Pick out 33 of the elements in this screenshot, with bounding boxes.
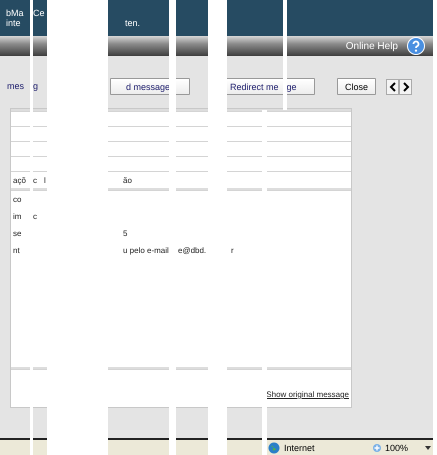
zoom-level[interactable]: 100% <box>384 442 408 452</box>
message-text: u pelo e-mail <box>123 246 169 255</box>
online-help-link[interactable]: Online Help <box>346 40 398 52</box>
button-label[interactable]: g <box>33 81 38 91</box>
header-text: ten. <box>125 18 140 28</box>
chevron-left-icon <box>388 81 398 93</box>
message-text: c <box>33 212 37 221</box>
message-text: im <box>13 212 22 221</box>
next-button[interactable] <box>399 79 412 95</box>
zone-label: Internet <box>284 442 315 452</box>
button-label[interactable]: mes <box>7 81 24 91</box>
show-original-link[interactable]: Show original message <box>266 390 349 399</box>
action-button[interactable]: d message <box>110 78 190 95</box>
message-text: co <box>13 195 22 204</box>
action-button[interactable]: Close <box>337 78 376 95</box>
previous-button[interactable] <box>386 79 399 95</box>
message-text: ão <box>123 176 132 185</box>
action-button[interactable]: Redirect me ge <box>224 78 315 95</box>
message-text: se <box>13 229 22 238</box>
help-icon[interactable] <box>407 37 425 55</box>
header-text: bMa <box>6 8 24 18</box>
message-text: açõ <box>13 176 26 185</box>
header-text: Ce <box>33 8 45 18</box>
header-text: inte <box>6 18 21 28</box>
message-text: l <box>44 176 46 185</box>
message-text: nt <box>13 246 20 255</box>
globe-icon <box>268 442 280 454</box>
dropdown-icon[interactable] <box>425 446 431 450</box>
chevron-right-icon <box>400 81 410 93</box>
message-text: c <box>33 176 37 185</box>
message-text: r <box>231 246 234 255</box>
message-text: 5 <box>123 229 128 238</box>
message-text: e@dbd. <box>178 246 206 255</box>
